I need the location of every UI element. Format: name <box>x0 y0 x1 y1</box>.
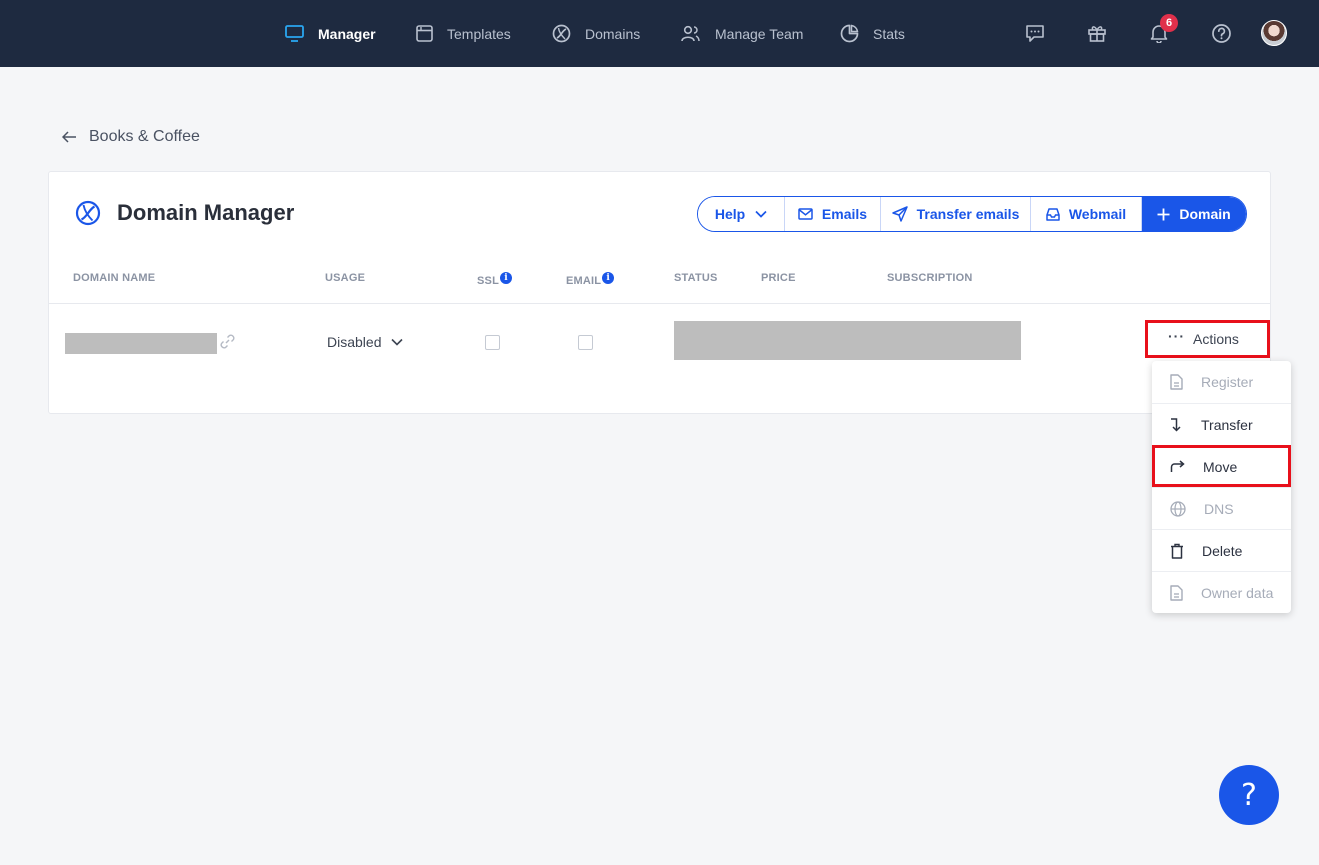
column-header-usage[interactable]: USAGE <box>325 272 365 284</box>
help-button-label: Help <box>714 206 746 222</box>
template-icon <box>416 25 433 42</box>
transfer-emails-button-label: Transfer emails <box>916 206 1020 222</box>
domain-manager-card: Domain Manager Help Emails Transfer emai… <box>48 171 1271 414</box>
help-circle-icon[interactable] <box>1208 20 1234 46</box>
breadcrumb-label: Books & Coffee <box>89 128 200 145</box>
actions-button[interactable]: ··· Actions <box>1145 320 1270 358</box>
usage-value: Disabled <box>327 334 382 350</box>
status-price-subscription-redacted <box>674 321 1021 360</box>
column-header-email[interactable]: EMAIL i <box>566 272 615 287</box>
page-title: Domain Manager <box>75 200 294 226</box>
column-header-ssl-label: SSL <box>477 275 499 287</box>
domains-icon <box>552 24 571 43</box>
info-icon[interactable]: i <box>602 272 615 284</box>
menu-item-label: Move <box>1203 458 1238 475</box>
webmail-button-label: Webmail <box>1068 206 1127 222</box>
gift-icon[interactable] <box>1084 20 1110 46</box>
chat-icon[interactable] <box>1022 20 1048 46</box>
nav-item-domains[interactable]: Domains <box>552 0 640 67</box>
domains-icon <box>75 200 101 226</box>
nav-item-manage-team[interactable]: Manage Team <box>680 0 803 67</box>
notification-badge: 6 <box>1160 14 1178 32</box>
webmail-button[interactable]: Webmail <box>1031 197 1142 231</box>
add-domain-button-label: Domain <box>1179 206 1231 222</box>
add-domain-button[interactable]: Domain <box>1142 197 1246 231</box>
domain-name-redacted[interactable] <box>65 333 217 354</box>
arrow-left-icon <box>62 131 76 143</box>
send-icon <box>891 206 908 222</box>
column-header-status[interactable]: STATUS <box>674 272 718 284</box>
link-icon[interactable] <box>219 333 236 355</box>
emails-button-label: Emails <box>821 206 868 222</box>
document-icon <box>1170 584 1183 601</box>
menu-item-label: Transfer <box>1201 416 1253 433</box>
menu-item-register[interactable]: Register <box>1152 361 1291 403</box>
chevron-down-icon <box>391 338 404 346</box>
nav-item-manager[interactable]: Manager <box>285 0 376 67</box>
column-header-ssl[interactable]: SSL i <box>477 272 512 287</box>
help-chat-button[interactable]: ? <box>1219 765 1279 825</box>
toolbar-button-group: Help Emails Transfer emails Webmail Doma… <box>697 196 1247 232</box>
actions-button-label: Actions <box>1193 331 1239 347</box>
document-icon <box>1170 374 1183 390</box>
column-header-domain-name[interactable]: DOMAIN NAME <box>73 272 155 284</box>
menu-item-transfer[interactable]: Transfer <box>1152 403 1291 445</box>
menu-item-label: Delete <box>1202 542 1243 559</box>
envelope-icon <box>798 208 813 220</box>
menu-item-owner-data[interactable]: Owner data <box>1152 571 1291 613</box>
plus-icon <box>1157 208 1170 220</box>
avatar[interactable] <box>1261 20 1287 46</box>
globe-icon <box>1170 500 1186 517</box>
top-nav: Manager Templates Domains Manage Team St… <box>0 0 1319 67</box>
info-icon[interactable]: i <box>500 272 512 284</box>
actions-menu: Register Transfer Move DNS Delete Owner … <box>1152 361 1291 613</box>
monitor-icon <box>285 25 304 42</box>
nav-item-templates[interactable]: Templates <box>416 0 511 67</box>
menu-item-label: DNS <box>1204 500 1234 517</box>
more-dots-icon: ··· <box>1168 328 1185 344</box>
ssl-checkbox[interactable] <box>485 335 500 350</box>
emails-button[interactable]: Emails <box>785 197 881 231</box>
team-icon <box>681 25 700 42</box>
transfer-arrow-icon <box>1171 418 1181 432</box>
nav-item-label: Manager <box>318 25 376 42</box>
help-button[interactable]: Help <box>698 197 785 231</box>
trash-icon <box>1171 543 1183 559</box>
menu-item-label: Owner data <box>1201 584 1274 601</box>
menu-item-delete[interactable]: Delete <box>1152 529 1291 571</box>
nav-item-label: Domains <box>585 25 641 42</box>
help-chat-button-label: ? <box>1241 777 1257 813</box>
page-title-text: Domain Manager <box>117 200 295 225</box>
breadcrumb[interactable]: Books & Coffee <box>62 128 200 146</box>
nav-item-label: Templates <box>447 25 511 42</box>
move-arrow-icon <box>1170 460 1185 472</box>
usage-select[interactable]: Disabled <box>327 334 404 350</box>
divider <box>49 303 1270 304</box>
nav-item-label: Stats <box>873 25 905 42</box>
menu-item-move[interactable]: Move <box>1152 445 1291 487</box>
bell-icon[interactable]: 6 <box>1146 14 1178 46</box>
menu-item-label: Register <box>1201 374 1254 390</box>
pie-chart-icon <box>840 24 859 43</box>
chevron-down-icon <box>755 210 767 218</box>
column-header-price[interactable]: PRICE <box>761 272 796 284</box>
nav-item-label: Manage Team <box>715 25 804 42</box>
nav-item-stats[interactable]: Stats <box>840 0 905 67</box>
column-header-subscription[interactable]: SUBSCRIPTION <box>887 272 973 284</box>
column-header-email-label: EMAIL <box>566 275 602 287</box>
transfer-emails-button[interactable]: Transfer emails <box>881 197 1031 231</box>
inbox-icon <box>1046 208 1060 221</box>
email-checkbox[interactable] <box>578 335 593 350</box>
menu-item-dns[interactable]: DNS <box>1152 487 1291 529</box>
